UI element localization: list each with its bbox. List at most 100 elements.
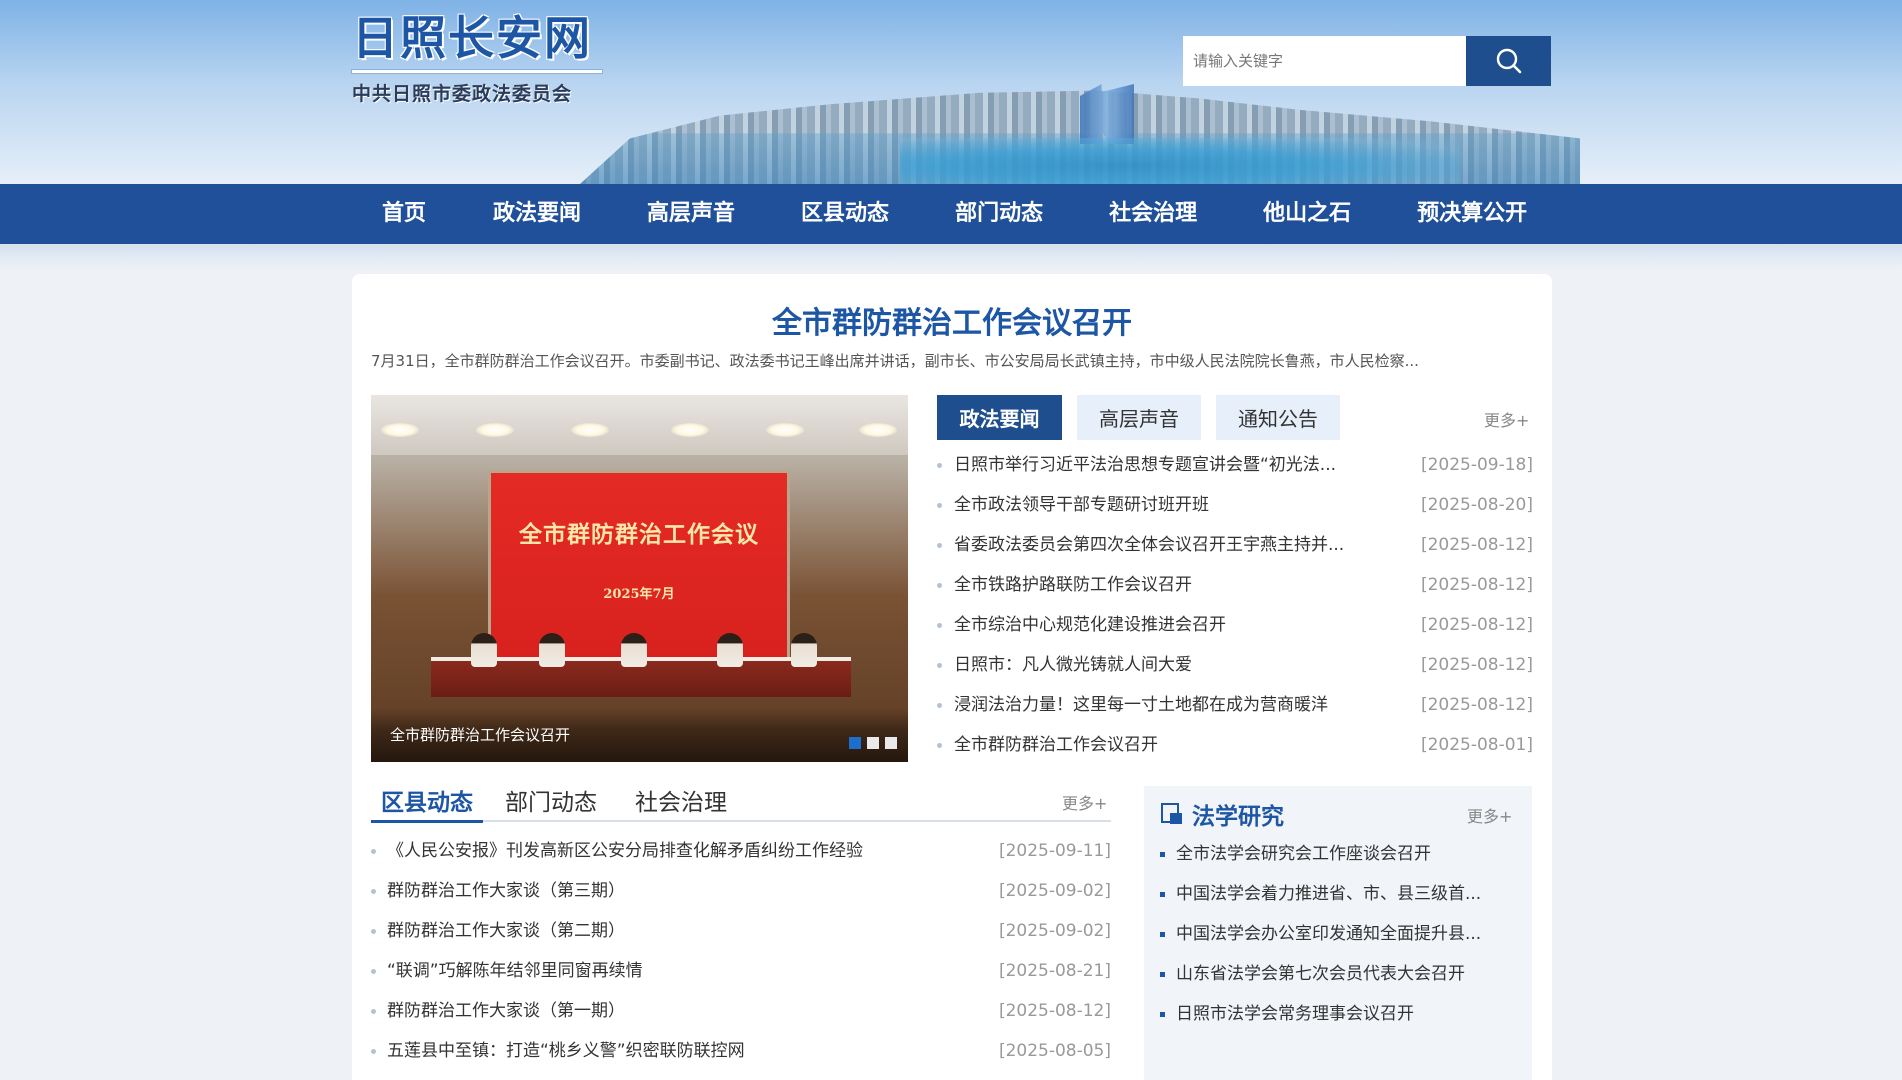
search-input[interactable] [1183,36,1466,86]
nav-item-law-news[interactable]: 政法要闻 [460,184,614,244]
tab-social-governance[interactable]: 社会治理 [625,780,737,820]
law-research-panel: 法学研究 更多+ 全市法学会研究会工作座谈会召开 中国法学会着力推进省、市、县三… [1144,786,1532,1080]
bullet-dot [937,583,942,588]
tab-county[interactable]: 区县动态 [371,780,483,823]
list-item: 全市法学会研究会工作座谈会召开 [1160,834,1520,874]
news-title[interactable]: 浸润法治力量！这里每一寸土地都在成为营商暖洋 [954,685,1394,725]
news-date: [2025-08-21] [998,961,1111,981]
news-title[interactable]: 全市政法领导干部专题研讨班开班 [954,485,1394,525]
list-item: 群防群治工作大家谈（第一期） [2025-08-12] [371,991,1111,1031]
county-tabs: 区县动态 部门动态 社会治理 更多+ [371,780,1111,823]
ceiling-lamp [671,423,709,437]
slide-ceiling [371,395,908,455]
law-title-link[interactable]: 山东省法学会第七次会员代表大会召开 [1176,954,1516,994]
news-date: [2025-08-20] [1420,495,1533,515]
bullet-dot [937,503,942,508]
square-bullet [1160,1012,1165,1017]
list-item: 山东省法学会第七次会员代表大会召开 [1160,954,1520,994]
nav-item-budget[interactable]: 预决算公开 [1384,184,1560,244]
slide-dot-2[interactable] [867,737,879,749]
nav-item-social-governance[interactable]: 社会治理 [1076,184,1230,244]
law-list: 全市法学会研究会工作座谈会召开 中国法学会着力推进省、市、县三级首... 中国法… [1160,834,1520,1034]
bullet-dot [371,929,376,934]
document-icon [1161,803,1182,824]
slide-caption[interactable]: 全市群防群治工作会议召开 [390,724,570,745]
slide-red-screen: 全市群防群治工作会议 2025年7月 [491,473,787,661]
news-date: [2025-08-12] [1420,695,1533,715]
list-item: 群防群治工作大家谈（第三期） [2025-09-02] [371,871,1111,911]
law-title-link[interactable]: 全市法学会研究会工作座谈会召开 [1176,834,1516,874]
search-button[interactable] [1466,36,1551,86]
slide-screen-title: 全市群防群治工作会议 [519,521,759,548]
tower-image [1080,84,1134,144]
bullet-dot [371,889,376,894]
coastline-image [900,138,1460,184]
photo-slider[interactable]: 全市群防群治工作会议 2025年7月 全市群防群治工作会议召开 [371,395,908,762]
headline-title[interactable]: 全市群防群治工作会议召开 [352,298,1552,342]
ceiling-lamp [381,423,419,437]
nav-item-home[interactable]: 首页 [352,184,460,244]
nav-item-county[interactable]: 区县动态 [768,184,922,244]
law-more-link[interactable]: 更多+ [1467,803,1512,827]
news-title[interactable]: 群防群治工作大家谈（第二期） [387,911,987,951]
news-title[interactable]: 《人民公安报》刊发高新区公安分局排查化解矛盾纠纷工作经验 [387,831,987,871]
list-item: 中国法学会办公室印发通知全面提升县... [1160,914,1520,954]
nav-item-high-level[interactable]: 高层声音 [614,184,768,244]
slide-screen-date: 2025年7月 [603,587,675,602]
slide-person [539,633,565,667]
list-item: 全市铁路护路联防工作会议召开 [2025-08-12] [937,565,1533,605]
slide-person [471,633,497,667]
news-title[interactable]: 全市铁路护路联防工作会议召开 [954,565,1394,605]
news-title[interactable]: 五莲县中至镇：打造“桃乡义警”织密联防联控网 [387,1031,987,1071]
law-title-link[interactable]: 中国法学会着力推进省、市、县三级首... [1176,874,1516,914]
law-title-link[interactable]: 中国法学会办公室印发通知全面提升县... [1176,914,1516,954]
main-content: 全市群防群治工作会议召开 7月31日，全市群防群治工作会议召开。市委副书记、政法… [352,274,1552,1080]
bullet-dot [937,463,942,468]
list-item: 全市政法领导干部专题研讨班开班 [2025-08-20] [937,485,1533,525]
tab-department[interactable]: 部门动态 [495,780,607,820]
ceiling-lamp [766,423,804,437]
ceiling-lamp [571,423,609,437]
news-title[interactable]: 群防群治工作大家谈（第三期） [387,871,987,911]
news-title[interactable]: 群防群治工作大家谈（第一期） [387,991,987,1031]
tab-notices[interactable]: 通知公告 [1216,395,1340,440]
bullet-dot [371,1009,376,1014]
news-title[interactable]: 省委政法委员会第四次全体会议召开王宇燕主持并... [954,525,1394,565]
site-subtitle: 中共日照市委政法委员会 [352,83,573,105]
news-title[interactable]: “联调”巧解陈年结邻里同窗再续情 [387,951,987,991]
header-banner: 日照长安网 中共日照市委政法委员会 [0,0,1902,184]
bullet-dot [371,969,376,974]
nav-items: 首页 政法要闻 高层声音 区县动态 部门动态 社会治理 他山之石 预决算公开 [352,184,1552,244]
list-item: 全市综治中心规范化建设推进会召开 [2025-08-12] [937,605,1533,645]
news-more-link[interactable]: 更多+ [1484,407,1529,431]
law-title-link[interactable]: 日照市法学会常务理事会议召开 [1176,994,1516,1034]
ceiling-lamp [859,423,897,437]
nav-item-department[interactable]: 部门动态 [922,184,1076,244]
list-item: “联调”巧解陈年结邻里同窗再续情 [2025-08-21] [371,951,1111,991]
bullet-dot [371,1049,376,1054]
news-list: 日照市举行习近平法治思想专题宣讲会暨“初光法... [2025-09-18] 全… [937,445,1533,765]
nav-item-others[interactable]: 他山之石 [1230,184,1384,244]
news-date: [2025-08-01] [1420,735,1533,755]
county-more-link[interactable]: 更多+ [1062,790,1107,814]
bullet-dot [937,743,942,748]
news-title[interactable]: 日照市：凡人微光铸就人间大爱 [954,645,1394,685]
site-title: 日照长安网 [352,11,592,65]
news-date: [2025-09-02] [998,881,1111,901]
news-date: [2025-09-11] [998,841,1111,861]
news-title[interactable]: 全市综治中心规范化建设推进会召开 [954,605,1394,645]
tab-law-news[interactable]: 政法要闻 [937,395,1062,440]
slide-dot-3[interactable] [885,737,897,749]
slide-dot-1[interactable] [849,737,861,749]
square-bullet [1160,932,1165,937]
news-title[interactable]: 日照市举行习近平法治思想专题宣讲会暨“初光法... [954,445,1394,485]
logo-divider [352,70,602,73]
news-title[interactable]: 全市群防群治工作会议召开 [954,725,1394,765]
bullet-dot [937,623,942,628]
site-logo[interactable]: 日照长安网 中共日照市委政法委员会 [352,10,604,110]
square-bullet [1160,852,1165,857]
tab-high-level[interactable]: 高层声音 [1077,395,1201,440]
bullet-dot [937,663,942,668]
main-nav: 首页 政法要闻 高层声音 区县动态 部门动态 社会治理 他山之石 预决算公开 [0,184,1902,244]
news-date: [2025-08-12] [998,1001,1111,1021]
